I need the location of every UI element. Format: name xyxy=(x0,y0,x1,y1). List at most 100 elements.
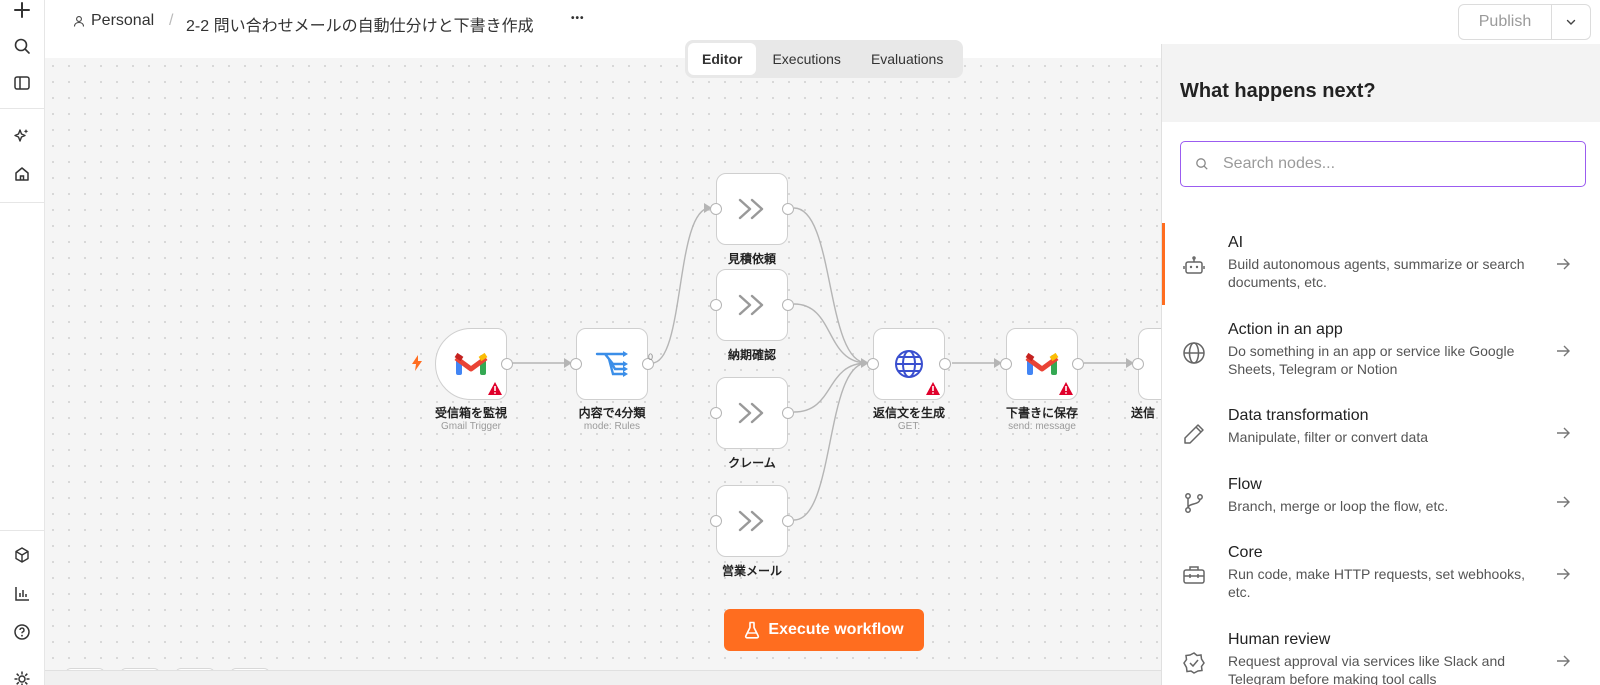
category-title: Data transformation xyxy=(1228,407,1369,424)
output-port[interactable] xyxy=(782,407,794,419)
execute-workflow-button[interactable]: Execute workflow xyxy=(724,609,924,651)
workflow-canvas[interactable]: 受信箱を監視 Gmail Trigger 0 内容で4分類 mode: Rule… xyxy=(45,58,1161,670)
input-port[interactable] xyxy=(710,299,722,311)
pen-icon xyxy=(1184,424,1204,444)
category-core[interactable]: Core Run code, make HTTP requests, set w… xyxy=(1162,539,1600,621)
panel-header: What happens next? xyxy=(1162,44,1600,122)
output-port[interactable] xyxy=(1072,358,1084,370)
category-title: AI xyxy=(1228,234,1244,251)
category-title: Human review xyxy=(1228,631,1331,648)
node-subtitle: Gmail Trigger xyxy=(440,421,501,432)
input-port[interactable] xyxy=(710,407,722,419)
sidebar-toggle-icon[interactable] xyxy=(8,69,36,97)
output-port[interactable] xyxy=(782,515,794,527)
category-ai[interactable]: AI Build autonomous agents, summarize or… xyxy=(1162,223,1600,305)
category-description: Run code, make HTTP requests, set webhoo… xyxy=(1228,566,1525,600)
node-subtitle: send: message xyxy=(1008,421,1076,432)
arrow-right-icon xyxy=(1557,568,1570,580)
category-title: Action in an app xyxy=(1228,321,1343,338)
node-delivery-check[interactable] xyxy=(710,269,794,341)
arrow-right-icon xyxy=(1557,345,1570,357)
help-icon[interactable] xyxy=(8,618,36,646)
publish-button[interactable]: Publish xyxy=(1458,4,1552,40)
node-http-request[interactable] xyxy=(867,328,951,400)
category-description: Branch, merge or loop the flow, etc. xyxy=(1228,498,1449,514)
insights-icon[interactable] xyxy=(8,580,36,608)
flask-icon xyxy=(745,621,760,639)
input-port[interactable] xyxy=(1132,358,1144,370)
publish-dropdown-button[interactable] xyxy=(1551,4,1591,40)
node-gmail-draft[interactable] xyxy=(1000,328,1084,400)
tab-evaluations[interactable]: Evaluations xyxy=(857,43,957,75)
node-label: 受信箱を監視 xyxy=(434,406,507,420)
node-label: 営業メール xyxy=(721,564,782,578)
warning-icon xyxy=(926,382,940,395)
input-port[interactable] xyxy=(1000,358,1012,370)
breadcrumb-workspace[interactable]: Personal xyxy=(73,12,154,30)
node-label: 返信文を生成 xyxy=(872,406,945,420)
node-subtitle: GET: xyxy=(897,421,921,432)
tab-executions[interactable]: Executions xyxy=(758,43,854,75)
execute-workflow-label: Execute workflow xyxy=(768,621,904,638)
category-title: Core xyxy=(1228,544,1263,561)
output-port[interactable] xyxy=(501,358,513,370)
input-port[interactable] xyxy=(710,515,722,527)
bottom-panel-strip[interactable] xyxy=(45,670,1161,685)
node-gmail-trigger[interactable] xyxy=(435,328,513,400)
node-quote-request[interactable] xyxy=(710,173,794,245)
robot-icon xyxy=(1183,256,1205,274)
node-label: 納期確認 xyxy=(727,348,776,362)
breadcrumb-separator: / xyxy=(169,12,174,29)
output-port[interactable] xyxy=(939,358,951,370)
arrow-right-icon xyxy=(1557,427,1570,439)
output-port[interactable] xyxy=(782,203,794,215)
cube-icon[interactable] xyxy=(8,541,36,569)
noop-arrow-icon xyxy=(738,198,764,220)
output-port[interactable] xyxy=(782,299,794,311)
input-port[interactable] xyxy=(570,358,582,370)
noop-arrow-icon xyxy=(738,510,764,532)
search-icon[interactable] xyxy=(8,32,36,60)
rail-divider xyxy=(0,530,44,531)
node-label: 内容で4分類 xyxy=(578,406,646,420)
left-rail xyxy=(0,0,45,685)
switch-routes-icon xyxy=(595,351,628,377)
add-icon[interactable] xyxy=(8,0,36,24)
category-flow[interactable]: Flow Branch, merge or loop the flow, etc… xyxy=(1162,471,1600,535)
gmail-icon xyxy=(454,352,488,375)
toolbox-icon xyxy=(1183,566,1205,584)
search-nodes-input[interactable] xyxy=(1223,153,1573,175)
input-port[interactable] xyxy=(867,358,879,370)
globe-icon xyxy=(895,350,923,378)
arrow-right-icon xyxy=(1557,496,1570,508)
chevron-down-icon xyxy=(1566,19,1576,25)
search-box xyxy=(1180,141,1586,187)
user-icon xyxy=(73,16,85,27)
top-header: Personal / 2-2 問い合わせメールの自動仕分けと下書き作成 ••• xyxy=(45,0,1600,44)
warning-icon xyxy=(488,382,502,395)
category-title: Flow xyxy=(1228,476,1262,493)
node-send[interactable] xyxy=(1132,328,1161,400)
node-sales-mail[interactable] xyxy=(710,485,794,557)
tab-editor[interactable]: Editor xyxy=(688,43,757,75)
workspace-name: Personal xyxy=(91,12,155,29)
panel-title: What happens next? xyxy=(1180,80,1376,102)
input-port[interactable] xyxy=(710,203,722,215)
category-action-in-app[interactable]: Action in an app Do something in an app … xyxy=(1162,310,1600,392)
workflow-name[interactable]: 2-2 問い合わせメールの自動仕分けと下書き作成 xyxy=(186,12,534,36)
warning-icon xyxy=(1059,382,1073,395)
node-label: 見積依頼 xyxy=(727,252,776,266)
category-human-review[interactable]: Human review Request approval via servic… xyxy=(1162,626,1600,685)
view-tabs: Editor Executions Evaluations xyxy=(685,40,963,78)
arrow-right-icon xyxy=(1557,655,1570,667)
home-icon[interactable] xyxy=(8,160,36,188)
node-label: 下書きに保存 xyxy=(1005,406,1078,420)
node-complaint[interactable] xyxy=(710,377,794,449)
noop-arrow-icon xyxy=(738,294,764,316)
sparkles-icon[interactable] xyxy=(8,122,36,150)
branch-icon xyxy=(1185,493,1203,513)
settings-icon[interactable] xyxy=(8,665,36,685)
more-options-icon[interactable]: ••• xyxy=(571,13,585,24)
node-switch[interactable] xyxy=(570,328,654,400)
category-data-transformation[interactable]: Data transformation Manipulate, filter o… xyxy=(1162,402,1600,466)
